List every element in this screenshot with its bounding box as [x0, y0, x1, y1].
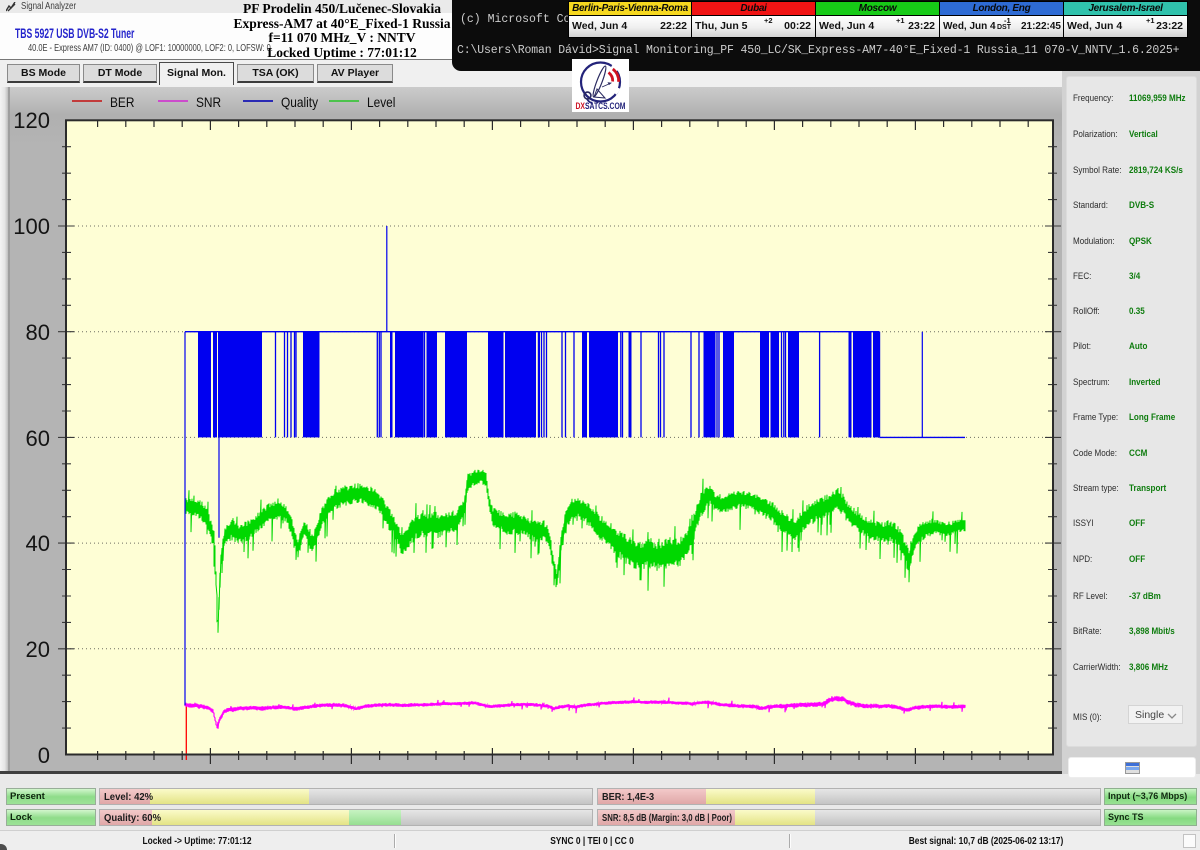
- svg-text:DXSATCS.COM: DXSATCS.COM: [576, 101, 626, 111]
